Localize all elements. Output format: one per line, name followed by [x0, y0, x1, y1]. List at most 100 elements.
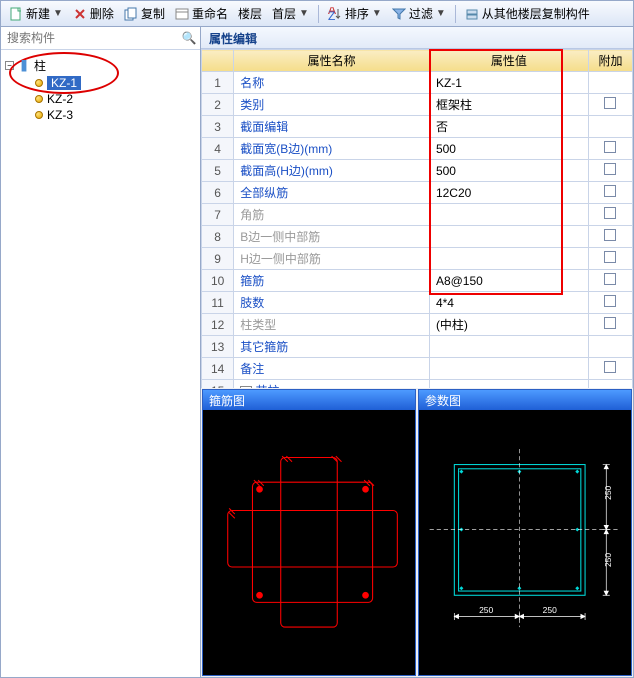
bullet-icon	[35, 111, 43, 119]
tree-root-column[interactable]: − 柱	[5, 56, 196, 75]
tree-item-label: KZ-2	[47, 92, 73, 106]
prop-extra[interactable]	[588, 226, 632, 248]
stirrup-title: 箍筋图	[203, 390, 415, 410]
checkbox[interactable]	[604, 361, 616, 373]
checkbox[interactable]	[604, 273, 616, 285]
home-dropdown[interactable]: 首层▼	[268, 3, 313, 24]
prop-value[interactable]: 500	[429, 138, 588, 160]
prop-extra[interactable]	[588, 248, 632, 270]
property-row[interactable]: 3截面编辑否	[202, 116, 633, 138]
property-row[interactable]: 8B边一侧中部筋	[202, 226, 633, 248]
prop-extra[interactable]	[588, 292, 632, 314]
rename-icon	[175, 7, 189, 21]
prop-value[interactable]: 框架柱	[429, 94, 588, 116]
prop-value[interactable]	[429, 358, 588, 380]
main-toolbar: 新建▼ 删除 复制 重命名 楼层 首层▼ AZ排序▼ 过滤▼ 从其他楼层复制构件	[1, 1, 633, 27]
prop-name: 全部纵筋	[234, 182, 430, 204]
prop-value[interactable]: (中柱)	[429, 314, 588, 336]
copy-button[interactable]: 复制	[120, 3, 169, 24]
tree-item-KZ-3[interactable]: KZ-3	[35, 107, 196, 123]
svg-text:250: 250	[603, 553, 613, 567]
prop-value[interactable]: 4*4	[429, 292, 588, 314]
prop-name: 截面编辑	[234, 116, 430, 138]
sort-icon: AZ	[328, 7, 342, 21]
checkbox[interactable]	[604, 141, 616, 153]
property-row[interactable]: 9H边一侧中部筋	[202, 248, 633, 270]
prop-extra[interactable]	[588, 72, 632, 94]
property-row[interactable]: 6全部纵筋12C20	[202, 182, 633, 204]
collapse-icon[interactable]: −	[5, 61, 14, 70]
property-row[interactable]: 14备注	[202, 358, 633, 380]
rename-button[interactable]: 重命名	[171, 3, 232, 24]
prop-value[interactable]: 500	[429, 160, 588, 182]
checkbox[interactable]	[604, 295, 616, 307]
checkbox[interactable]	[604, 251, 616, 263]
rownum: 15	[202, 380, 234, 389]
prop-value[interactable]	[429, 248, 588, 270]
property-row[interactable]: 13其它箍筋	[202, 336, 633, 358]
rownum: 13	[202, 336, 234, 358]
checkbox[interactable]	[604, 163, 616, 175]
checkbox[interactable]	[604, 207, 616, 219]
search-icon[interactable]: 🔍	[178, 27, 200, 49]
prop-name: 类别	[234, 94, 430, 116]
prop-value[interactable]	[429, 204, 588, 226]
filter-button[interactable]: 过滤▼	[388, 3, 450, 24]
checkbox[interactable]	[604, 185, 616, 197]
prop-extra[interactable]	[588, 380, 632, 389]
prop-value[interactable]: A8@150	[429, 270, 588, 292]
expand-icon[interactable]: +	[240, 386, 251, 388]
property-row[interactable]: 4截面宽(B边)(mm)500	[202, 138, 633, 160]
property-row[interactable]: 5截面高(H边)(mm)500	[202, 160, 633, 182]
rownum: 8	[202, 226, 234, 248]
property-row[interactable]: 1名称KZ-1	[202, 72, 633, 94]
prop-extra[interactable]	[588, 160, 632, 182]
property-row[interactable]: 11肢数4*4	[202, 292, 633, 314]
prop-value[interactable]: 12C20	[429, 182, 588, 204]
prop-extra[interactable]	[588, 314, 632, 336]
checkbox[interactable]	[604, 317, 616, 329]
prop-name: B边一侧中部筋	[234, 226, 430, 248]
sort-button[interactable]: AZ排序▼	[324, 3, 386, 24]
property-row[interactable]: 15+芯柱	[202, 380, 633, 389]
prop-value[interactable]	[429, 380, 588, 389]
prop-extra[interactable]	[588, 182, 632, 204]
property-row[interactable]: 2类别框架柱	[202, 94, 633, 116]
checkbox[interactable]	[604, 97, 616, 109]
stirrup-canvas[interactable]	[203, 410, 415, 675]
prop-extra[interactable]	[588, 116, 632, 138]
prop-extra[interactable]	[588, 94, 632, 116]
property-row[interactable]: 7角筋	[202, 204, 633, 226]
checkbox[interactable]	[604, 229, 616, 241]
prop-name: 截面高(H边)(mm)	[234, 160, 430, 182]
property-row[interactable]: 12柱类型(中柱)	[202, 314, 633, 336]
tree-item-KZ-2[interactable]: KZ-2	[35, 91, 196, 107]
bullet-icon	[35, 79, 43, 87]
prop-value[interactable]	[429, 336, 588, 358]
prop-name: 其它箍筋	[234, 336, 430, 358]
param-canvas[interactable]: 250 250 250 250	[419, 410, 631, 675]
prop-value[interactable]: 否	[429, 116, 588, 138]
prop-name: 角筋	[234, 204, 430, 226]
prop-name: +芯柱	[234, 380, 430, 389]
svg-text:250: 250	[603, 486, 613, 500]
prop-extra[interactable]	[588, 138, 632, 160]
floor-dropdown[interactable]: 楼层	[234, 3, 266, 24]
tree-item-KZ-1[interactable]: KZ-1	[35, 75, 196, 91]
prop-extra[interactable]	[588, 336, 632, 358]
prop-value[interactable]	[429, 226, 588, 248]
tree-item-label: KZ-3	[47, 108, 73, 122]
sidebar: 🔍 − 柱 KZ-1KZ-2 KZ-3	[1, 27, 201, 677]
property-row[interactable]: 10箍筋A8@150	[202, 270, 633, 292]
prop-extra[interactable]	[588, 358, 632, 380]
svg-text:Z: Z	[328, 9, 335, 21]
prop-value[interactable]: KZ-1	[429, 72, 588, 94]
new-button[interactable]: 新建▼	[5, 3, 67, 24]
prop-extra[interactable]	[588, 270, 632, 292]
rownum: 9	[202, 248, 234, 270]
prop-name: 名称	[234, 72, 430, 94]
delete-button[interactable]: 删除	[69, 3, 118, 24]
search-input[interactable]	[1, 27, 178, 49]
copyfrom-button[interactable]: 从其他楼层复制构件	[461, 3, 594, 24]
prop-extra[interactable]	[588, 204, 632, 226]
